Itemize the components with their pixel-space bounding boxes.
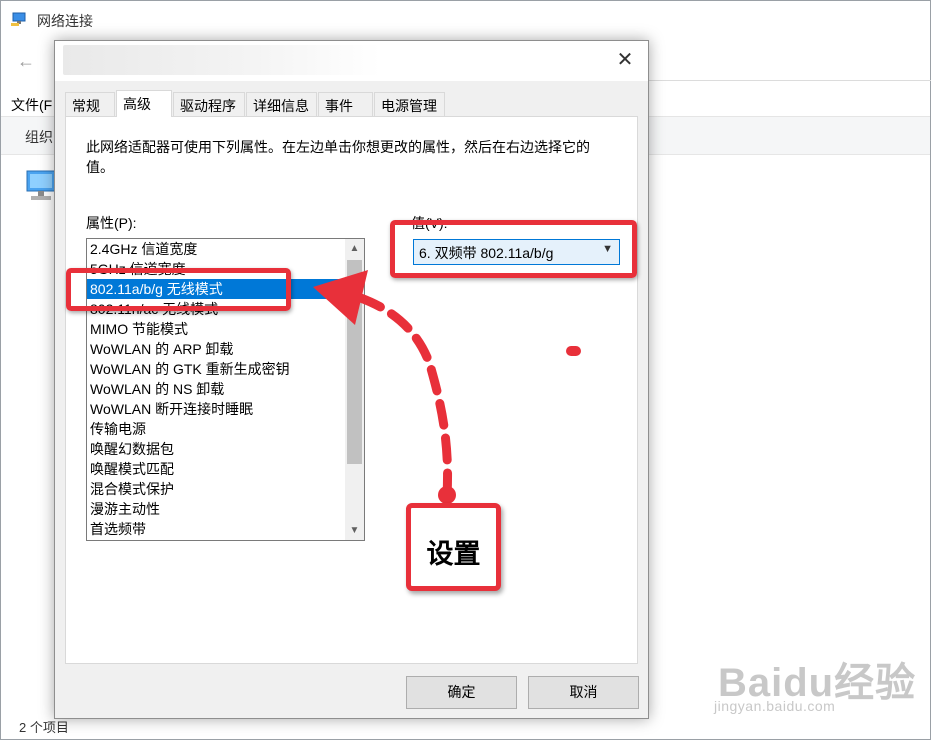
property-item[interactable]: 唤醒模式匹配 <box>87 459 345 479</box>
property-item[interactable]: WoWLAN 的 ARP 卸载 <box>87 339 345 359</box>
ok-button[interactable]: 确定 <box>406 676 517 709</box>
window-title: 网络连接 <box>37 13 93 29</box>
organize-button[interactable]: 组织 <box>25 127 53 147</box>
property-item[interactable]: 首选频带 <box>87 519 345 539</box>
tab-details[interactable]: 详细信息 <box>246 92 317 116</box>
tab-power-management[interactable]: 电源管理 <box>374 92 445 116</box>
tab-events[interactable]: 事件 <box>318 92 373 116</box>
dialog-titlebar: ✕ <box>55 41 648 81</box>
advanced-description: 此网络适配器可使用下列属性。在左边单击你想更改的属性，然后在右边选择它的值。 <box>86 139 590 175</box>
property-item[interactable]: 漫游主动性 <box>87 499 345 519</box>
highlight-box-value <box>390 220 637 278</box>
baidu-watermark: Baidu经验 jingyan.baidu.com <box>712 650 922 720</box>
property-label: 属性(P): <box>86 215 137 231</box>
watermark-url: jingyan.baidu.com <box>714 698 836 714</box>
tab-advanced[interactable]: 高级 <box>116 90 172 117</box>
window-titlebar: 网络连接 <box>1 1 930 41</box>
highlight-box-property <box>66 268 291 311</box>
address-bar[interactable] <box>649 45 931 81</box>
property-item[interactable]: 混合模式保护 <box>87 479 345 499</box>
status-bar-count: 2 个项目 <box>19 720 69 735</box>
property-item[interactable]: 唤醒幻数据包 <box>87 439 345 459</box>
property-item[interactable]: 2.4GHz 信道宽度 <box>87 239 345 259</box>
cancel-button[interactable]: 取消 <box>528 676 639 709</box>
annotation-callout: 设置 <box>406 503 501 591</box>
property-item[interactable]: 传输电源 <box>87 419 345 439</box>
property-item[interactable]: WoWLAN 的 NS 卸载 <box>87 379 345 399</box>
annotation-dot <box>566 346 581 356</box>
tab-driver[interactable]: 驱动程序 <box>173 92 245 116</box>
dialog-title-redacted <box>63 45 381 75</box>
property-item[interactable]: WoWLAN 的 GTK 重新生成密钥 <box>87 359 345 379</box>
close-icon[interactable]: ✕ <box>614 49 636 71</box>
listbox-scrollbar[interactable]: ▲ ▼ <box>345 239 364 540</box>
property-item[interactable]: WoWLAN 断开连接时睡眠 <box>87 399 345 419</box>
network-connections-icon <box>11 12 26 26</box>
back-arrow-icon[interactable]: ← <box>17 51 35 72</box>
scroll-thumb[interactable] <box>347 260 362 464</box>
tab-general[interactable]: 常规 <box>65 92 115 116</box>
callout-label: 设置 <box>426 539 481 569</box>
scroll-down-icon[interactable]: ▼ <box>345 521 364 540</box>
scroll-up-icon[interactable]: ▲ <box>345 239 364 258</box>
menu-file[interactable]: 文件(F <box>11 95 52 115</box>
advanced-tab-panel: 此网络适配器可使用下列属性。在左边单击你想更改的属性，然后在右边选择它的值。 属… <box>65 116 638 664</box>
adapter-properties-dialog: ✕ 常规 高级 驱动程序 详细信息 事件 电源管理 此网络适配器可使用下列属性。… <box>54 40 649 719</box>
property-item[interactable]: MIMO 节能模式 <box>87 319 345 339</box>
